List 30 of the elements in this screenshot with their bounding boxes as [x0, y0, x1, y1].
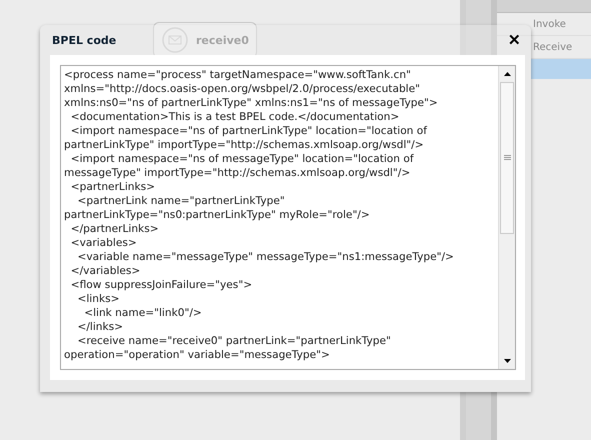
palette-item[interactable]: Invoke [497, 13, 591, 36]
code-line: </variables> [70, 264, 142, 278]
code-line: <partnerLink name="partnerLinkType" [76, 194, 286, 208]
code-line: messageType" importType="http://schemas.xmlsoap.org/wsdl"/> [64, 166, 412, 180]
code-line: <variable name="messageType" messageType="ns1:messageType"/> [76, 250, 455, 264]
receive-node[interactable]: receive0 [153, 22, 257, 58]
grip-icon [504, 155, 510, 161]
code-line: partnerLinkType="ns0:partnerLinkType" myRole="role"/> [64, 208, 371, 222]
code-line: xmlns:ns0="ns of partnerLinkType" xmlns:ns1="ns of messageType"> [64, 96, 439, 110]
node-label: receive0 [196, 34, 249, 46]
up-arrow-icon[interactable] [504, 72, 510, 76]
code-line: </partnerLinks> [70, 222, 160, 236]
dialog-title: BPEL code [52, 34, 116, 46]
code-line: partnerLinkType" importType="http://schemas.xmlsoap.org/wsdl"/> [64, 138, 425, 152]
scrollbar-thumb[interactable] [500, 82, 514, 234]
code-line: <receive name="receive0" partnerLink="partnerLinkType" [76, 334, 392, 348]
code-line: <partnerLinks> [70, 180, 156, 194]
code-line: <link name="link0"/> [83, 306, 203, 320]
scrollbar[interactable] [498, 66, 515, 369]
code-line: <links> [76, 292, 120, 306]
down-arrow-icon[interactable] [504, 359, 510, 363]
code-line: <import namespace="ns of partnerLinkType" location="location of [70, 124, 428, 138]
code-line: xmlns="http://docs.oasis-open.org/wsbpel/2.0/process/executable" [64, 82, 422, 96]
code-line: <flow suppressJoinFailure="yes"> [70, 278, 254, 292]
code-line: </links> [76, 320, 124, 334]
code-line: <process name="process" targetNamespace="www.softTank.cn" [64, 68, 412, 82]
code-line: <import namespace="ns of messageType" location="location of [70, 152, 415, 166]
code-line: <variables> [70, 236, 138, 250]
code-line: <documentation>This is a test BPEL code.</documentation> [70, 110, 400, 124]
code-line: operation="operation" variable="messageType"> [64, 348, 331, 362]
